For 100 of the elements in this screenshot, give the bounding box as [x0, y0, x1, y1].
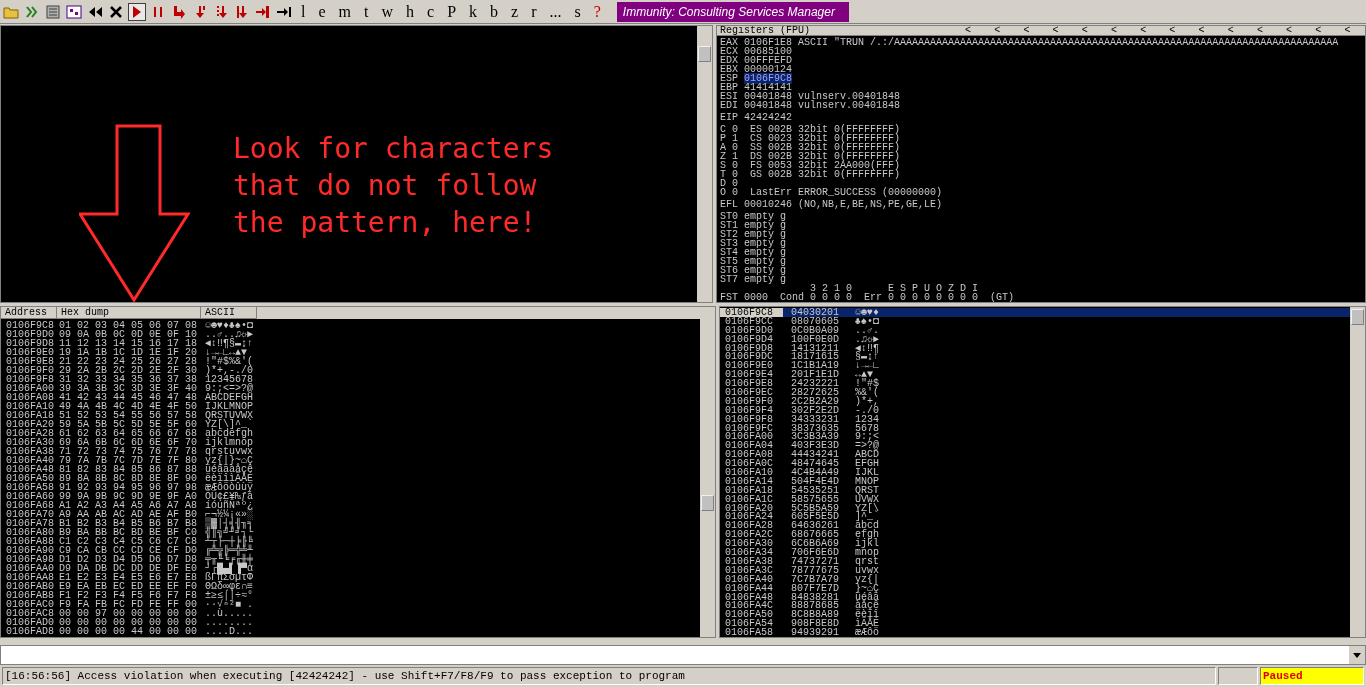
stack-row[interactable]: 0106FA48 84838281 üéâä	[720, 592, 1350, 602]
chevron-button[interactable]: <	[1011, 26, 1041, 35]
value-cell-text: 605F5E5D	[790, 512, 840, 522]
hex-cell-text: A1 A2 A3 A4 A5 A6 A7 A8	[59, 501, 199, 510]
column-header[interactable]: Address	[1, 307, 57, 319]
chevron-button[interactable]: <	[953, 26, 983, 35]
stack-row[interactable]: 0106F9D8 14131211 ◄↕‼¶	[720, 343, 1350, 353]
register-value[interactable]: 00401848	[744, 91, 793, 102]
register-value[interactable]: 00FFFEFD	[744, 55, 793, 66]
value-cell-text: 68676665	[790, 530, 840, 540]
chevron-button[interactable]: <	[1128, 26, 1158, 35]
stack-row[interactable]: 0106F9F4 302F2E2D -./0	[720, 405, 1350, 415]
command-field[interactable]	[0, 645, 1366, 665]
stack-row[interactable]: 0106F9E8 24232221 !"#$	[720, 379, 1350, 388]
window-button[interactable]: w	[376, 1, 399, 22]
register-value[interactable]: 00685100	[744, 46, 793, 57]
help-button[interactable]: ?	[588, 1, 606, 22]
chevron-button[interactable]: <	[1186, 26, 1217, 35]
stack-row[interactable]: 0106FA00 3C3B3A39 9:;<	[720, 432, 1350, 442]
window-button[interactable]: r	[526, 1, 542, 22]
window-button[interactable]: h	[401, 1, 420, 22]
chevron-button[interactable]: <	[1216, 26, 1246, 35]
window-button[interactable]: P	[442, 1, 462, 22]
stack-row[interactable]: 0106FA34 706F6E6D mnop	[720, 548, 1350, 557]
window-button[interactable]: c	[422, 1, 440, 22]
address-cell-text: 0106FA20	[724, 503, 774, 513]
chevron-button[interactable]: <	[1070, 26, 1100, 35]
value-cell-text: 1C1B1A19	[790, 361, 840, 371]
register-value[interactable]: 41414141	[744, 82, 793, 93]
stack-row[interactable]: 0106F9D0 0C0B0A09 ..♂.	[720, 325, 1350, 335]
ascii-cell-text: uvwx	[855, 565, 880, 575]
stack-row[interactable]: 0106F9D4 100F0E0D .♫☼►	[720, 334, 1350, 344]
dropdown-button[interactable]	[1349, 646, 1365, 664]
stack-row[interactable]: 0106FA18 54535251 QRST	[720, 485, 1350, 495]
ascii-cell-text: YZ[\]^_`	[205, 420, 254, 429]
scrollbar[interactable]	[700, 307, 715, 637]
stack-row[interactable]: 0106FA4C 88878685 àåçê	[720, 601, 1350, 611]
window-button[interactable]: e	[313, 1, 331, 22]
window-button[interactable]: b	[485, 1, 504, 22]
stack-row[interactable]: 0106F9DC 18171615 §▬↨↑	[720, 352, 1350, 362]
scrollbar[interactable]	[1350, 307, 1365, 637]
stack-row[interactable]: 0106FA58 94939291 æÆôö	[720, 628, 1350, 637]
value-cell-text: 5C5B5A59	[790, 503, 840, 513]
register-value[interactable]: 0106F1E8	[744, 37, 793, 48]
stack-row[interactable]: 0106F9F0 2C2B2A29 )*+,	[720, 396, 1350, 406]
register-value[interactable]: 0106F9C8	[744, 73, 793, 84]
stack-row[interactable]: 0106FA44 807F7E7D }~⌂Ç	[720, 583, 1350, 593]
stack-row[interactable]: 0106F9FC 38373635 5678	[720, 423, 1350, 433]
register-value[interactable]: 00000124	[744, 64, 793, 75]
window-button[interactable]: l	[296, 1, 311, 22]
stack-row[interactable]: 0106FA14 504F4E4D MNOP	[720, 476, 1350, 486]
hex-cell-text: 09 0A 0B 0C 0D 0E 0F 10	[59, 330, 199, 339]
chevron-button[interactable]: <	[1099, 26, 1129, 35]
chevron-button[interactable]: <	[982, 26, 1012, 35]
column-header[interactable]: ASCII	[201, 307, 257, 319]
stack-row[interactable]: 0106FA08 44434241 ABCD	[720, 450, 1350, 460]
stack-row[interactable]: 0106FA3C 78777675 uvwx	[720, 565, 1350, 575]
stack-row[interactable]: 0106F9EC 28272625 %&'(	[720, 388, 1350, 397]
chevron-button[interactable]: <	[1303, 26, 1333, 35]
register-name: EAX	[720, 37, 738, 48]
hex-cell-text: F1 F2 F3 F4 F5 F6 F7 F8	[59, 591, 199, 600]
stack-row[interactable]: 0106FA0C 48474645 EFGH	[720, 459, 1350, 469]
stack-row[interactable]: 0106FA30 6C6B6A69 ijkl	[720, 539, 1350, 549]
window-button[interactable]: m	[333, 1, 356, 22]
stack-row[interactable]: 0106FA40 7C7B7A79 yz{|	[720, 574, 1350, 584]
hex-cell-text: 71 72 73 74 75 76 77 78	[59, 447, 199, 456]
stack-row[interactable]: 0106FA20 5C5B5A59 YZ[\	[720, 503, 1350, 513]
chevron-button[interactable]: <	[1157, 26, 1187, 35]
window-button[interactable]: s	[569, 1, 586, 22]
address-cell-text: 0106FA60	[6, 492, 55, 501]
hex-cell-text: A9 AA AB AC AD AE AF B0	[59, 510, 199, 519]
window-button[interactable]: t	[359, 1, 374, 22]
flag-line: O 0 LastErr ERROR_SUCCESS (00000000)	[720, 188, 944, 197]
window-button[interactable]: z	[506, 1, 524, 22]
chevron-button[interactable]: <	[1332, 26, 1363, 35]
window-button[interactable]: k	[464, 1, 483, 22]
stack-row[interactable]: 0106FA38 74737271 qrst	[720, 556, 1350, 566]
stack-row[interactable]: 0106FA1C 58575655 UVWX	[720, 494, 1350, 504]
stack-row[interactable]: 0106F9CC 08070605 ♣♠•◘	[720, 316, 1350, 326]
ascii-cell-text: ◄↕‼¶	[855, 343, 880, 353]
chevron-button[interactable]: <	[1245, 26, 1275, 35]
register-value[interactable]: 00401848	[744, 100, 793, 111]
stack-row[interactable]: 0106F9F8 34333231 1234	[720, 414, 1350, 424]
stack-row[interactable]: 0106FA04 403F3E3D =>?@	[720, 441, 1350, 451]
column-header[interactable]: Hex dump	[57, 307, 201, 319]
chevron-button[interactable]: <	[1274, 26, 1304, 35]
address-cell-text: 0106F9E0	[6, 348, 55, 357]
stack-row[interactable]: 0106FA28 64636261 abcd	[720, 521, 1350, 531]
address-cell-text: 0106FA14	[724, 476, 774, 486]
stack-row[interactable]: 0106F9E0 1C1B1A19 ↓→←∟	[720, 361, 1350, 371]
ascii-cell-text: %&'(	[855, 388, 880, 397]
play-button[interactable]	[128, 2, 146, 21]
chevron-button[interactable]: <	[1041, 26, 1071, 35]
stack-row[interactable]: 0106FA10 4C4B4A49 IJKL	[720, 468, 1350, 477]
stack-row[interactable]: 0106FA2C 68676665 efgh	[720, 530, 1350, 540]
window-icon	[45, 4, 61, 19]
address-cell-text: 0106F9E8	[724, 379, 774, 388]
scrollbar[interactable]	[697, 26, 712, 302]
window-button[interactable]: ...	[544, 1, 567, 22]
address-cell-text: 0106F9F0	[6, 366, 55, 375]
